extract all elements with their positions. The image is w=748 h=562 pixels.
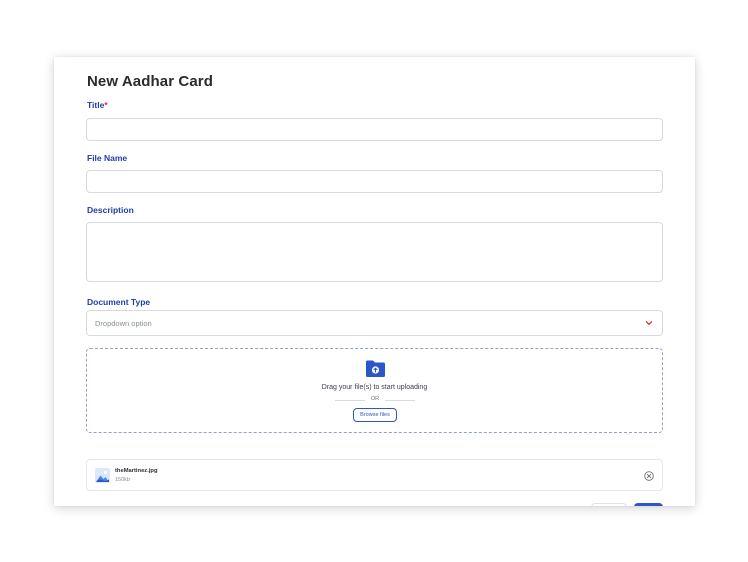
folder-upload-icon [366,360,385,377]
description-label: Description [87,205,134,215]
page-title: New Aadhar Card [87,73,213,90]
document-type-label: Document Type [87,297,151,307]
image-file-icon [95,468,110,483]
drag-instructions: Drag your file(s) to start uploading [321,384,428,391]
chevron-down-icon [645,321,653,325]
file-name-label: File Name [87,153,128,163]
document-type-selected: Dropdown option [95,319,152,328]
description-textarea[interactable] [86,222,663,282]
title-label: Title* [87,100,108,110]
or-divider: OR [335,396,415,404]
file-drop-zone[interactable]: Drag your file(s) to start uploading OR … [86,348,663,433]
uploaded-file-item: theMartinez.jpg 150kb [86,459,663,491]
required-mark: * [104,100,108,110]
file-name-input[interactable] [86,170,663,193]
remove-file-icon[interactable] [644,471,654,481]
file-size: 150kb [115,477,130,483]
document-type-select[interactable]: Dropdown option [86,310,663,336]
file-name: theMartinez.jpg [115,468,158,474]
title-label-text: Title [87,100,105,110]
or-text: OR [370,396,380,402]
submit-button[interactable] [634,503,663,506]
cancel-button[interactable] [591,503,627,506]
upload-document-card: New Aadhar Card Title* File Name Descrip… [54,57,695,506]
browse-files-button[interactable]: Browse files [353,408,397,422]
title-input[interactable] [86,118,663,141]
divider-line-right [385,400,415,401]
